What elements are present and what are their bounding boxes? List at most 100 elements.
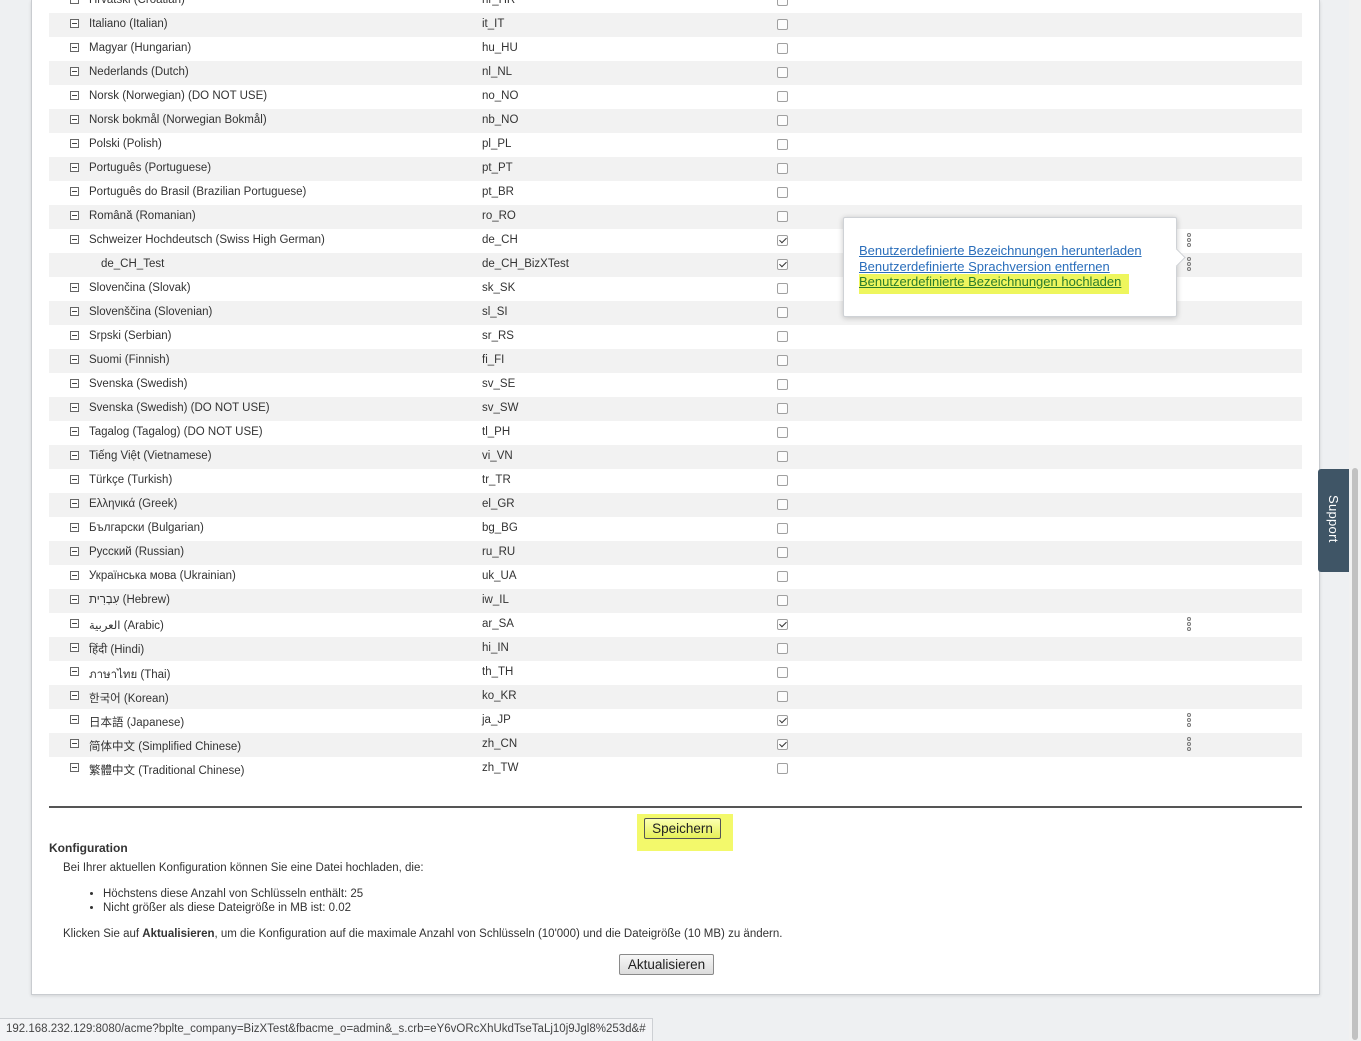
language-enabled-checkbox[interactable] xyxy=(777,211,788,222)
language-code: th_TH xyxy=(482,666,514,678)
language-row: Magyar (Hungarian) hu_HU xyxy=(49,37,1302,61)
languages-panel: Hrvatski (Croatian) hr_HR Italiano (Italia… xyxy=(31,0,1320,995)
collapse-toggle-icon[interactable] xyxy=(70,331,79,340)
collapse-toggle-icon[interactable] xyxy=(70,43,79,52)
language-name: Norsk (Norwegian) (DO NOT USE) xyxy=(89,90,268,102)
language-enabled-checkbox[interactable] xyxy=(777,667,788,678)
language-enabled-checkbox[interactable] xyxy=(777,115,788,126)
collapse-toggle-icon[interactable] xyxy=(70,763,79,772)
language-enabled-checkbox[interactable] xyxy=(777,691,788,702)
language-code: iw_IL xyxy=(482,594,509,606)
collapse-toggle-icon[interactable] xyxy=(70,595,79,604)
language-enabled-checkbox[interactable] xyxy=(777,739,788,750)
collapse-toggle-icon[interactable] xyxy=(70,475,79,484)
collapse-toggle-icon[interactable] xyxy=(70,307,79,316)
collapse-toggle-icon[interactable] xyxy=(70,115,79,124)
language-row: Norsk bokmål (Norwegian Bokmål) nb_NO xyxy=(49,109,1302,133)
config-title: Konfiguration xyxy=(49,841,128,855)
more-options-icon[interactable] xyxy=(1186,737,1192,751)
collapse-toggle-icon[interactable] xyxy=(70,739,79,748)
collapse-toggle-icon[interactable] xyxy=(70,379,79,388)
language-row: Italiano (Italian) it_IT xyxy=(49,13,1302,37)
language-enabled-checkbox[interactable] xyxy=(777,139,788,150)
language-enabled-checkbox[interactable] xyxy=(777,259,788,270)
language-enabled-checkbox[interactable] xyxy=(777,67,788,78)
support-tab[interactable]: Support xyxy=(1318,469,1349,572)
language-enabled-checkbox[interactable] xyxy=(777,523,788,534)
language-enabled-checkbox[interactable] xyxy=(777,43,788,54)
language-row: Svenska (Swedish) (DO NOT USE) sv_SW xyxy=(49,397,1302,421)
more-options-icon[interactable] xyxy=(1186,257,1192,271)
language-enabled-checkbox[interactable] xyxy=(777,163,788,174)
more-options-icon[interactable] xyxy=(1186,617,1192,631)
save-button[interactable]: Speichern xyxy=(644,818,721,839)
language-enabled-checkbox[interactable] xyxy=(777,355,788,366)
language-enabled-checkbox[interactable] xyxy=(777,475,788,486)
language-code: no_NO xyxy=(482,90,519,102)
language-enabled-checkbox[interactable] xyxy=(777,379,788,390)
language-row: 日本語 (Japanese) ja_JP xyxy=(49,709,1302,733)
collapse-toggle-icon[interactable] xyxy=(70,547,79,556)
collapse-toggle-icon[interactable] xyxy=(70,19,79,28)
vertical-scrollbar[interactable] xyxy=(1349,0,1361,1040)
language-enabled-checkbox[interactable] xyxy=(777,19,788,30)
language-enabled-checkbox[interactable] xyxy=(777,619,788,630)
more-options-icon[interactable] xyxy=(1186,713,1192,727)
language-enabled-checkbox[interactable] xyxy=(777,0,788,6)
collapse-toggle-icon[interactable] xyxy=(70,451,79,460)
collapse-toggle-icon[interactable] xyxy=(70,619,79,628)
language-enabled-checkbox[interactable] xyxy=(777,187,788,198)
more-options-icon[interactable] xyxy=(1186,233,1192,247)
language-code: sl_SI xyxy=(482,306,508,318)
section-divider xyxy=(49,806,1302,808)
language-enabled-checkbox[interactable] xyxy=(777,451,788,462)
language-name: ภาษาไทย (Thai) xyxy=(89,669,171,681)
collapse-toggle-icon[interactable] xyxy=(70,91,79,100)
language-enabled-checkbox[interactable] xyxy=(777,427,788,438)
language-enabled-checkbox[interactable] xyxy=(777,595,788,606)
language-enabled-checkbox[interactable] xyxy=(777,643,788,654)
language-enabled-checkbox[interactable] xyxy=(777,571,788,582)
language-enabled-checkbox[interactable] xyxy=(777,91,788,102)
language-code: sv_SW xyxy=(482,402,519,414)
collapse-toggle-icon[interactable] xyxy=(70,403,79,412)
collapse-toggle-icon[interactable] xyxy=(70,355,79,364)
collapse-toggle-icon[interactable] xyxy=(70,163,79,172)
scrollbar-thumb[interactable] xyxy=(1352,468,1358,1040)
upload-custom-labels-link[interactable]: Benutzerdefinierte Bezeichnungen hochlad… xyxy=(859,274,1130,294)
collapse-toggle-icon[interactable] xyxy=(70,691,79,700)
download-custom-labels-link[interactable]: Benutzerdefinierte Bezeichnungen herunte… xyxy=(859,243,1142,258)
collapse-toggle-icon[interactable] xyxy=(70,643,79,652)
language-code: nl_NL xyxy=(482,66,513,78)
collapse-toggle-icon[interactable] xyxy=(70,187,79,196)
collapse-toggle-icon[interactable] xyxy=(70,139,79,148)
remove-custom-language-link[interactable]: Benutzerdefinierte Sprachversion entfern… xyxy=(859,259,1110,274)
support-tab-label: Support xyxy=(1326,495,1341,543)
collapse-toggle-icon[interactable] xyxy=(70,283,79,292)
language-enabled-checkbox[interactable] xyxy=(777,307,788,318)
collapse-toggle-icon[interactable] xyxy=(70,67,79,76)
language-enabled-checkbox[interactable] xyxy=(777,715,788,726)
collapse-toggle-icon[interactable] xyxy=(70,211,79,220)
language-enabled-checkbox[interactable] xyxy=(777,547,788,558)
collapse-toggle-icon[interactable] xyxy=(70,235,79,244)
language-enabled-checkbox[interactable] xyxy=(777,331,788,342)
collapse-toggle-icon[interactable] xyxy=(70,715,79,724)
language-code: el_GR xyxy=(482,498,515,510)
update-button[interactable]: Aktualisieren xyxy=(619,954,714,975)
collapse-toggle-icon[interactable] xyxy=(70,523,79,532)
language-code: fi_FI xyxy=(482,354,505,366)
collapse-toggle-icon[interactable] xyxy=(70,0,79,4)
language-name: 简体中文 (Simplified Chinese) xyxy=(89,741,242,753)
collapse-toggle-icon[interactable] xyxy=(70,667,79,676)
language-enabled-checkbox[interactable] xyxy=(777,403,788,414)
language-enabled-checkbox[interactable] xyxy=(777,235,788,246)
collapse-toggle-icon[interactable] xyxy=(70,499,79,508)
language-enabled-checkbox[interactable] xyxy=(777,499,788,510)
language-enabled-checkbox[interactable] xyxy=(777,763,788,774)
collapse-toggle-icon[interactable] xyxy=(70,571,79,580)
config-list: Höchstens diese Anzahl von Schlüsseln en… xyxy=(83,887,363,915)
language-enabled-checkbox[interactable] xyxy=(777,283,788,294)
collapse-toggle-icon[interactable] xyxy=(70,427,79,436)
language-code: vi_VN xyxy=(482,450,513,462)
